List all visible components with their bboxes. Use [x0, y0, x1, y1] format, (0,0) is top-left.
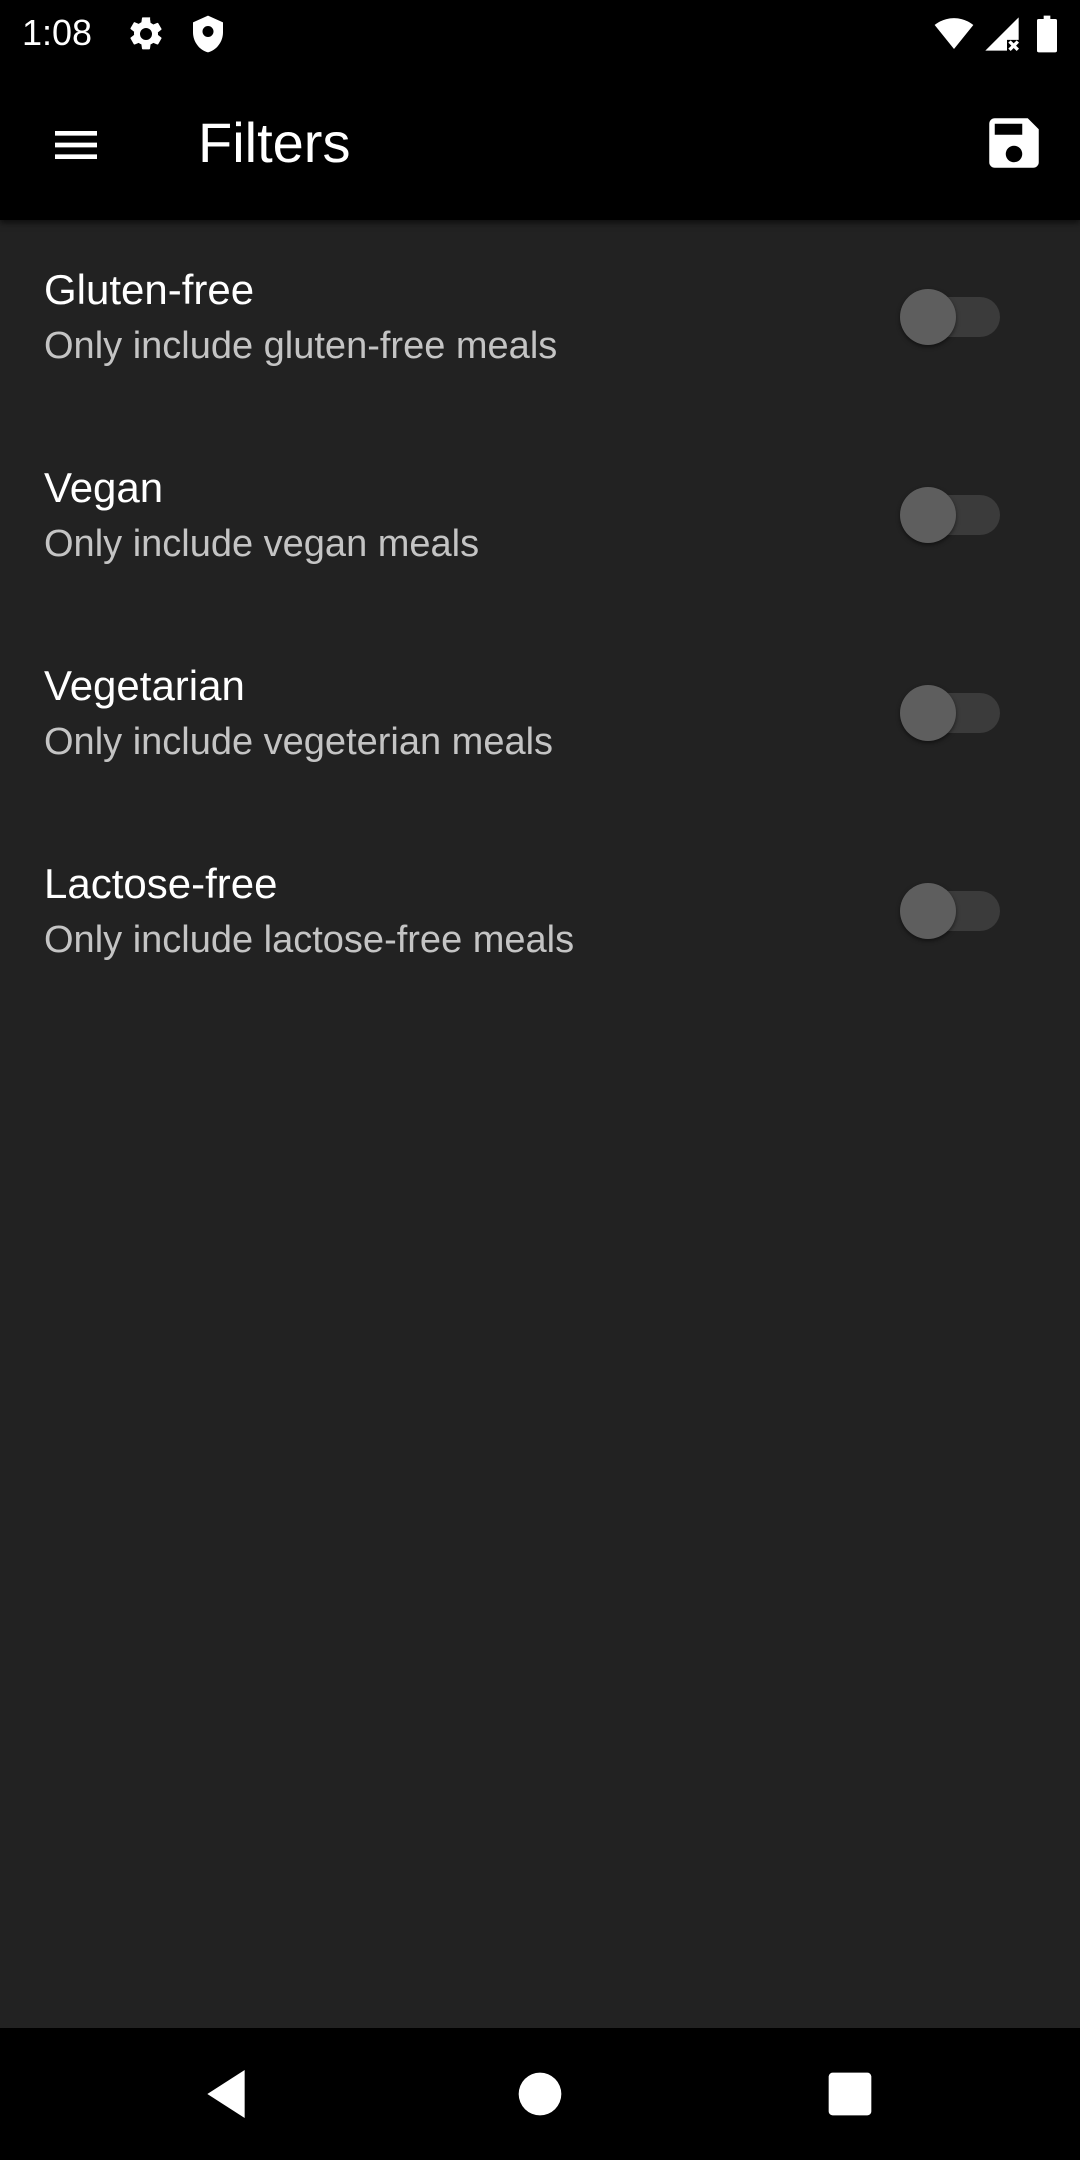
home-button[interactable]: [508, 2062, 572, 2126]
menu-button[interactable]: [36, 105, 116, 185]
filter-subtitle: Only include gluten-free meals: [44, 325, 558, 367]
cellular-no-signal-icon: [982, 14, 1022, 54]
gear-icon: [126, 14, 166, 54]
filter-title: Vegan: [44, 464, 164, 511]
filter-list: Gluten-free Only include gluten-free mea…: [0, 222, 1080, 1014]
hamburger-menu-icon: [48, 117, 104, 173]
floppy-disk-save-icon: [981, 110, 1047, 176]
filter-item-vegetarian[interactable]: Vegetarian Only include vegeterian meals: [0, 618, 1080, 816]
vegan-switch[interactable]: [900, 485, 1004, 545]
save-button[interactable]: [972, 101, 1056, 185]
filter-title: Gluten-free: [44, 266, 255, 313]
switch-thumb: [900, 289, 956, 345]
status-bar: 1:08: [0, 0, 1080, 66]
gluten-free-switch[interactable]: [900, 287, 1004, 347]
lactose-free-switch[interactable]: [900, 881, 1004, 941]
navigation-bar: [0, 2028, 1080, 2160]
filter-title: Vegetarian: [44, 662, 245, 709]
filter-item-lactose-free[interactable]: Lactose-free Only include lactose-free m…: [0, 816, 1080, 1014]
back-button[interactable]: [194, 2062, 258, 2126]
switch-thumb: [900, 883, 956, 939]
status-time: 1:08: [22, 12, 93, 53]
screen: 1:08 Filters Gluten-free Only include gl…: [0, 0, 1080, 2160]
filter-item-gluten-free[interactable]: Gluten-free Only include gluten-free mea…: [0, 222, 1080, 420]
vegetarian-switch[interactable]: [900, 683, 1004, 743]
filter-subtitle: Only include vegan meals: [44, 523, 480, 565]
filter-title: Lactose-free: [44, 860, 278, 907]
page-title: Filters: [198, 111, 351, 174]
filter-subtitle: Only include vegeterian meals: [44, 721, 554, 763]
app-bar: Filters: [0, 66, 1080, 220]
shield-icon: [188, 14, 228, 54]
battery-icon: [1030, 14, 1064, 54]
recents-square-icon: [818, 2062, 882, 2126]
switch-thumb: [900, 685, 956, 741]
wifi-icon: [934, 14, 974, 54]
filter-item-vegan[interactable]: Vegan Only include vegan meals: [0, 420, 1080, 618]
switch-thumb: [900, 487, 956, 543]
back-triangle-icon: [194, 2062, 258, 2126]
recents-button[interactable]: [818, 2062, 882, 2126]
home-circle-icon: [508, 2062, 572, 2126]
filter-subtitle: Only include lactose-free meals: [44, 919, 575, 961]
